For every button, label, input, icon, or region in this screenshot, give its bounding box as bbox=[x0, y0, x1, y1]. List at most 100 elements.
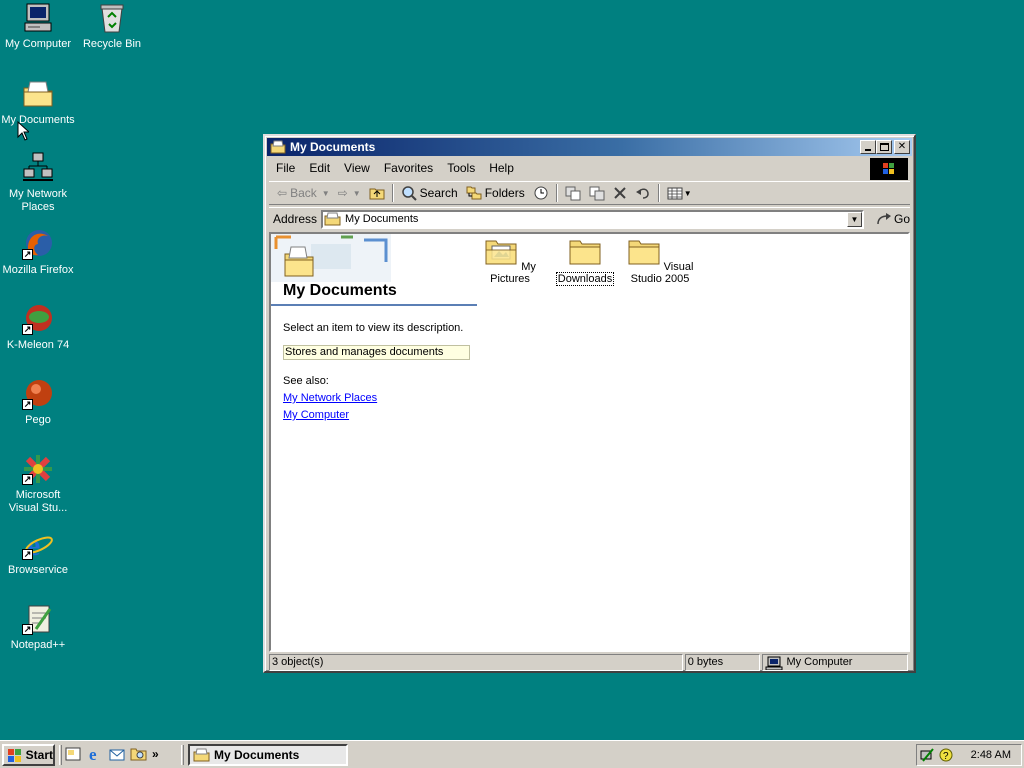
address-value: My Documents bbox=[345, 213, 419, 225]
window-titlebar[interactable]: My Documents ✕ bbox=[267, 138, 912, 156]
window-title: My Documents bbox=[290, 140, 376, 154]
undo-button[interactable] bbox=[631, 183, 655, 203]
desktop-icon-my-documents[interactable]: My Documents bbox=[0, 78, 76, 127]
delete-button[interactable] bbox=[609, 183, 631, 203]
desktop-icon-my-network-places[interactable]: My Network Places bbox=[0, 152, 76, 214]
close-button[interactable]: ✕ bbox=[894, 140, 910, 154]
back-arrow-icon: ⇦ bbox=[277, 186, 288, 200]
status-size: 0 bytes bbox=[684, 654, 761, 671]
link-my-network-places[interactable]: My Network Places bbox=[283, 392, 377, 404]
forward-arrow-icon: ⇨ bbox=[337, 186, 348, 200]
svg-text:e: e bbox=[89, 745, 97, 763]
quick-launch-chevron-icon[interactable]: » bbox=[152, 747, 159, 761]
desktop-icon-browservice[interactable]: e ↗ Browservice bbox=[0, 528, 76, 577]
mouse-cursor-icon bbox=[17, 121, 29, 141]
folder-description: Stores and manages documents bbox=[283, 345, 470, 360]
menu-help[interactable]: Help bbox=[482, 161, 521, 175]
desktop-icon-recycle-bin[interactable]: Recycle Bin bbox=[74, 2, 150, 51]
link-my-computer[interactable]: My Computer bbox=[283, 409, 349, 421]
desktop-icon-k-meleon[interactable]: ↗ K-Meleon 74 bbox=[0, 303, 76, 352]
up-folder-button[interactable] bbox=[365, 183, 389, 203]
web-view-pane: My Documents Select an item to view its … bbox=[271, 234, 477, 650]
views-button[interactable]: ▼ bbox=[663, 183, 696, 203]
recycle-bin-icon bbox=[96, 2, 128, 34]
status-zone: My Computer bbox=[762, 654, 908, 671]
status-object-count: 3 object(s) bbox=[269, 654, 683, 671]
go-button[interactable]: Go bbox=[876, 212, 910, 226]
forward-button[interactable]: ⇨ ▼ bbox=[334, 183, 365, 203]
close-icon: ✕ bbox=[897, 141, 907, 152]
documents-folder-icon bbox=[22, 78, 54, 110]
shortcut-arrow-icon: ↗ bbox=[22, 324, 33, 335]
desktop-icon-label: Pego bbox=[25, 414, 51, 426]
outlook-express-icon[interactable] bbox=[108, 745, 126, 763]
chevron-down-icon: ▼ bbox=[850, 214, 859, 224]
pictures-folder-icon bbox=[485, 240, 517, 265]
back-button[interactable]: ⇦ Back ▼ bbox=[273, 183, 334, 203]
move-to-icon bbox=[565, 186, 581, 201]
history-button[interactable] bbox=[529, 183, 553, 203]
back-label: Back bbox=[290, 186, 317, 200]
menu-edit[interactable]: Edit bbox=[302, 161, 337, 175]
desktop-icon-pego[interactable]: ↗ Pego bbox=[0, 378, 76, 427]
network-tray-icon[interactable] bbox=[920, 747, 936, 763]
history-icon bbox=[534, 186, 548, 200]
desktop-icon-my-computer[interactable]: My Computer bbox=[0, 2, 76, 51]
internet-explorer-icon[interactable]: e bbox=[86, 745, 104, 763]
menu-view[interactable]: View bbox=[337, 161, 377, 175]
network-icon bbox=[22, 152, 54, 184]
undo-icon bbox=[635, 188, 649, 199]
desktop-icon-mozilla-firefox[interactable]: ↗ Mozilla Firefox bbox=[0, 228, 76, 277]
system-tray: ? 2:48 AM bbox=[916, 744, 1022, 766]
search-label: Search bbox=[419, 186, 458, 200]
windows-explorer-icon[interactable] bbox=[130, 745, 148, 763]
menu-file[interactable]: File bbox=[269, 161, 302, 175]
views-icon bbox=[667, 187, 683, 200]
taskbar-button-my-documents[interactable]: My Documents bbox=[188, 744, 348, 766]
start-label: Start bbox=[25, 748, 53, 762]
shortcut-arrow-icon: ↗ bbox=[22, 249, 33, 260]
desktop-icon-notepad-plus-plus[interactable]: ↗ Notepad++ bbox=[0, 603, 76, 652]
up-folder-icon bbox=[369, 188, 385, 200]
folder-icon bbox=[569, 240, 601, 265]
minimize-button[interactable] bbox=[860, 140, 876, 154]
folder-item-visual-studio-2005[interactable]: Visual Studio 2005 bbox=[622, 236, 698, 285]
see-also-label: See also: bbox=[283, 375, 329, 387]
update-tray-icon[interactable]: ? bbox=[938, 747, 954, 763]
toolbar-separator bbox=[657, 184, 660, 202]
go-arrow-icon bbox=[877, 213, 891, 225]
visual-studio-icon: ↗ bbox=[22, 453, 54, 485]
shortcut-arrow-icon: ↗ bbox=[22, 399, 33, 410]
search-button[interactable]: Search bbox=[397, 183, 462, 203]
clock[interactable]: 2:48 AM bbox=[971, 749, 1011, 761]
maximize-button[interactable] bbox=[876, 140, 892, 154]
address-dropdown-button[interactable]: ▼ bbox=[846, 211, 862, 227]
task-label: My Documents bbox=[214, 748, 300, 762]
folder-item-downloads[interactable]: Downloads bbox=[547, 236, 623, 286]
folder-item-my-pictures[interactable]: My Pictures bbox=[472, 236, 548, 285]
menu-tools[interactable]: Tools bbox=[440, 161, 482, 175]
status-zone-label: My Computer bbox=[786, 656, 853, 668]
folders-button[interactable]: Folders bbox=[462, 183, 529, 203]
menu-favorites[interactable]: Favorites bbox=[377, 161, 440, 175]
copy-to-icon bbox=[589, 186, 605, 201]
start-button[interactable]: Start bbox=[2, 744, 55, 766]
documents-folder-icon bbox=[324, 212, 341, 226]
desktop-icon-visual-studio[interactable]: ↗ Microsoft Visual Stu... bbox=[0, 453, 76, 515]
go-label: Go bbox=[893, 212, 910, 226]
computer-icon bbox=[765, 656, 783, 670]
taskbar-separator bbox=[59, 745, 62, 765]
show-desktop-icon[interactable] bbox=[64, 745, 82, 763]
desktop-icon-label: Mozilla Firefox bbox=[2, 264, 74, 276]
internet-explorer-icon: e ↗ bbox=[22, 528, 54, 562]
toolbar-separator bbox=[555, 184, 558, 202]
desktop-icon-label: My Network Places bbox=[8, 188, 68, 213]
documents-folder-icon bbox=[193, 748, 210, 762]
explorer-window: My Documents ✕ File Edit View Favorites … bbox=[263, 134, 916, 673]
maximize-icon bbox=[879, 143, 889, 151]
copy-to-button[interactable] bbox=[585, 183, 609, 203]
address-field[interactable]: My Documents ▼ bbox=[321, 209, 864, 229]
move-to-button[interactable] bbox=[561, 183, 585, 203]
shortcut-arrow-icon: ↗ bbox=[22, 549, 33, 560]
quick-launch: e » bbox=[64, 745, 159, 763]
